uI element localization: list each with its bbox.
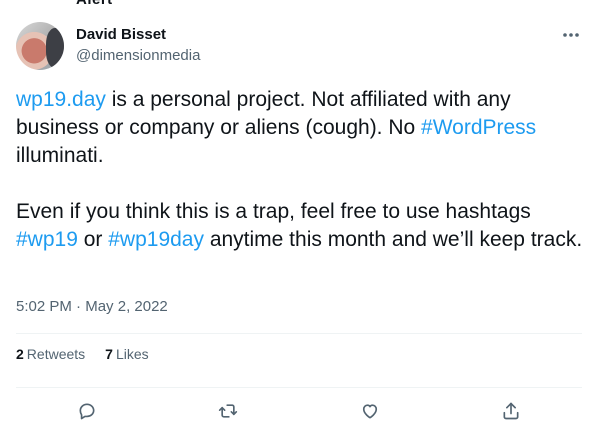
hashtag-wordpress[interactable]: #WordPress bbox=[421, 116, 536, 139]
tweet-text-segment: or bbox=[77, 228, 109, 251]
tweet-header: David Bisset @dimensionmedia bbox=[16, 22, 582, 70]
share-button[interactable] bbox=[494, 396, 528, 426]
author-name[interactable]: David Bisset bbox=[76, 26, 166, 43]
reply-button[interactable] bbox=[70, 396, 104, 426]
tweet-paragraph-1: wp19.day is a personal project. Not affi… bbox=[16, 86, 586, 170]
hashtag-wp19day[interactable]: #wp19day bbox=[108, 228, 204, 251]
more-dots-icon bbox=[563, 33, 579, 37]
hashtag-wp19[interactable]: #wp19 bbox=[16, 228, 78, 251]
tweet-timestamp: 5:02 PM · May 2, 2022 bbox=[16, 298, 168, 315]
author-handle[interactable]: @dimensionmedia bbox=[76, 47, 200, 64]
retweet-icon bbox=[219, 404, 238, 418]
share-icon bbox=[503, 402, 519, 420]
likes-count: 7 bbox=[105, 346, 113, 362]
heart-icon bbox=[362, 404, 377, 419]
tweet-text-segment: Even if you think this is a trap, feel f… bbox=[16, 200, 531, 223]
tweet-actions bbox=[16, 396, 582, 426]
like-button[interactable] bbox=[353, 396, 387, 426]
tweet-time[interactable]: 5:02 PM bbox=[16, 298, 72, 315]
reply-icon bbox=[79, 403, 95, 420]
divider bbox=[16, 333, 582, 334]
retweets-label: Retweets bbox=[26, 346, 86, 362]
divider bbox=[16, 387, 582, 388]
tweet-stats: 2 Retweets 7 Likes bbox=[16, 346, 149, 362]
tweet-text-segment: anytime this month and we’ll keep track. bbox=[203, 228, 583, 251]
likes-label: Likes bbox=[115, 346, 149, 362]
timestamp-separator: · bbox=[71, 298, 86, 315]
link-wp19-day[interactable]: wp19.day bbox=[16, 88, 106, 111]
tweet-paragraph-2: Even if you think this is a trap, feel f… bbox=[16, 198, 586, 254]
retweets-count: 2 bbox=[16, 346, 24, 362]
tweet-text: wp19.day is a personal project. Not affi… bbox=[16, 86, 586, 254]
more-options-button[interactable] bbox=[560, 24, 582, 46]
retweets-stat[interactable]: 2 Retweets bbox=[16, 346, 85, 362]
previous-tweet-fragment: Alert bbox=[76, 0, 113, 8]
tweet-date[interactable]: May 2, 2022 bbox=[85, 298, 168, 315]
avatar[interactable] bbox=[16, 22, 64, 70]
tweet-text-segment: illuminati. bbox=[16, 144, 104, 167]
likes-stat[interactable]: 7 Likes bbox=[105, 346, 148, 362]
retweet-button[interactable] bbox=[211, 396, 245, 426]
